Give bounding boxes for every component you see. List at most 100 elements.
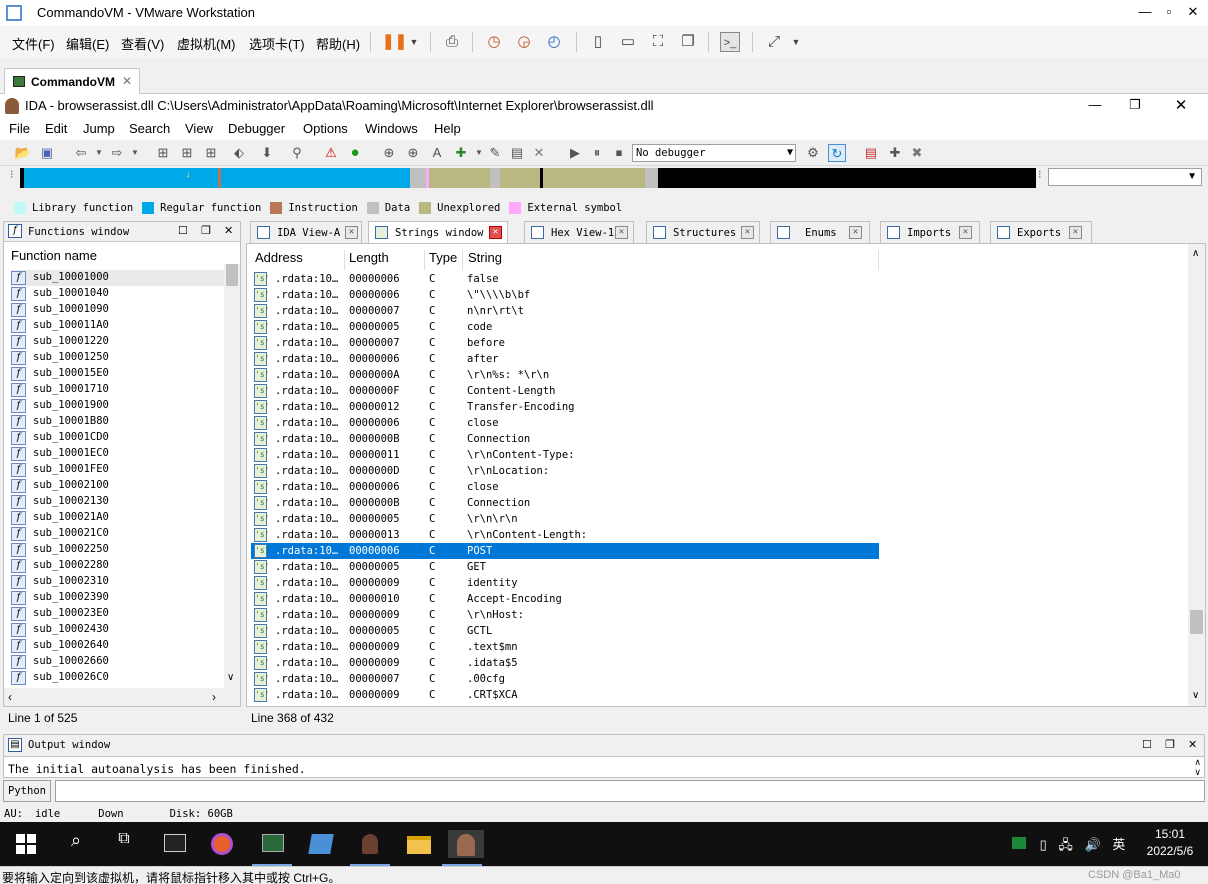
forward-icon[interactable]: ⇨ bbox=[108, 144, 126, 162]
function-list-item[interactable]: f sub_10001000 bbox=[11, 270, 225, 286]
column-string[interactable]: String bbox=[468, 250, 502, 265]
file-explorer-icon[interactable] bbox=[404, 830, 432, 858]
navigation-band[interactable]: ↓ bbox=[20, 168, 1036, 188]
function-list-item[interactable]: f sub_10001220 bbox=[11, 334, 225, 350]
ida-restore-icon[interactable]: ❐ bbox=[1123, 97, 1147, 113]
string-row[interactable]: 's' .rdata:10… 00000006 C POST bbox=[250, 542, 880, 560]
snapshot-manager-icon[interactable]: ◴ bbox=[544, 32, 564, 52]
chevron-down-icon[interactable]: ▼ bbox=[786, 32, 806, 52]
column-divider[interactable] bbox=[344, 250, 345, 270]
float-window-icon[interactable]: ☐ bbox=[1142, 738, 1152, 751]
menu-help[interactable]: Help bbox=[434, 121, 461, 136]
string-row[interactable]: 's' .rdata:10… 0000000B C Connection bbox=[251, 495, 879, 511]
unity-icon[interactable]: ❐ bbox=[678, 32, 698, 52]
add-icon[interactable]: ✚ bbox=[452, 144, 470, 162]
string-row[interactable]: 's' .rdata:10… 00000011 C \r\nContent-Type: bbox=[251, 447, 879, 463]
string-row[interactable]: 's' .rdata:10… 00000009 C .idata$5 bbox=[251, 655, 879, 671]
undefine-icon[interactable]: ✕ bbox=[530, 144, 548, 162]
column-type[interactable]: Type bbox=[429, 250, 457, 265]
task-view-icon[interactable]: ⧉ bbox=[110, 830, 138, 858]
function-list-item[interactable]: f sub_100021C0 bbox=[11, 526, 225, 542]
function-list-item[interactable]: f sub_100011A0 bbox=[11, 318, 225, 334]
close-pane-icon[interactable]: ✕ bbox=[1188, 738, 1197, 751]
volume-icon[interactable]: 🔊 bbox=[1085, 837, 1101, 852]
save-icon[interactable]: ▣ bbox=[38, 144, 56, 162]
column-divider[interactable] bbox=[462, 250, 463, 270]
ime-indicator[interactable]: 英 bbox=[1112, 837, 1125, 852]
ida-minimize-icon[interactable]: — bbox=[1083, 97, 1107, 112]
vmware-menu-vm[interactable]: 虚拟机(M) bbox=[177, 34, 236, 53]
refresh-icon[interactable]: ↻ bbox=[828, 144, 846, 162]
string-row[interactable]: 's' .rdata:10… 00000009 C .text$mn bbox=[251, 639, 879, 655]
close-tab-icon[interactable]: ✕ bbox=[959, 226, 972, 239]
string-row[interactable]: 's' .rdata:10… 0000000D C \r\nLocation: bbox=[251, 463, 879, 479]
close-icon[interactable]: ✕ bbox=[1181, 4, 1205, 20]
open-icon[interactable]: 📂 bbox=[14, 144, 32, 162]
close-tab-icon[interactable]: ✕ bbox=[615, 226, 628, 239]
patch-icon[interactable]: ✎ bbox=[486, 144, 504, 162]
snapshot-icon[interactable]: ◷ bbox=[484, 32, 504, 52]
string-row[interactable]: 's' .rdata:10… 00000006 Cclose bbox=[251, 479, 879, 495]
vm-tab-commandovm[interactable]: CommandoVM ✕ bbox=[4, 68, 140, 94]
tab-imports[interactable]: Imports ✕ bbox=[880, 221, 980, 243]
close-pane-icon[interactable]: ✕ bbox=[224, 224, 233, 237]
run-analysis-icon[interactable]: ● bbox=[346, 144, 364, 162]
make-data-icon[interactable]: ⊕ bbox=[404, 144, 422, 162]
tab-enums[interactable]: Enums ✕ bbox=[770, 221, 870, 243]
function-list-item[interactable]: f sub_10002660 bbox=[11, 654, 225, 670]
ida-close-icon[interactable]: ✕ bbox=[1169, 96, 1193, 114]
function-list-item[interactable]: f sub_10002130 bbox=[11, 494, 225, 510]
firefox-icon[interactable] bbox=[208, 830, 236, 858]
make-string-icon[interactable]: A bbox=[428, 144, 446, 162]
warning-icon[interactable]: ⚠ bbox=[322, 144, 340, 162]
clock[interactable]: 15:01 2022/5/6 bbox=[1140, 826, 1200, 860]
debugger-select[interactable]: No debugger ▼ bbox=[632, 144, 796, 162]
function-list-item[interactable]: f sub_10001900 bbox=[11, 398, 225, 414]
dock-window-icon[interactable]: ❐ bbox=[1165, 738, 1175, 751]
output-scroll-arrows-icon[interactable]: ∧ ∨ bbox=[1194, 757, 1201, 777]
string-row[interactable]: 's' .rdata:10… 00000009 C \r\nHost: bbox=[251, 607, 879, 623]
string-row[interactable]: 's' .rdata:10… 00000007 Cbefore bbox=[251, 335, 879, 351]
string-row[interactable]: 's' .rdata:10… 0000000B C Connection bbox=[251, 431, 879, 447]
close-tab-icon[interactable]: ✕ bbox=[345, 226, 358, 239]
function-list-item[interactable]: f sub_10001090 bbox=[11, 302, 225, 318]
function-name-column-header[interactable]: Function name bbox=[4, 246, 224, 266]
tab-exports[interactable]: Exports ✕ bbox=[990, 221, 1092, 243]
vmware-menu-tabs[interactable]: 选项卡(T) bbox=[249, 34, 305, 53]
function-list-item[interactable]: f sub_10001040 bbox=[11, 286, 225, 302]
graph-icon[interactable]: ⚲ bbox=[288, 144, 306, 162]
string-row[interactable]: 's' .rdata:10… 00000007 C .00cfg bbox=[251, 671, 879, 687]
python-command-input[interactable] bbox=[55, 780, 1205, 802]
string-row[interactable]: 's' .rdata:10… 00000009 Cidentity bbox=[251, 575, 879, 591]
back-icon[interactable]: ⇦ bbox=[72, 144, 90, 162]
pause-debug-icon[interactable]: ⏸ bbox=[588, 144, 606, 162]
send-keys-icon[interactable]: ⎙ bbox=[442, 32, 462, 52]
string-row[interactable]: 's' .rdata:10… 0000000F C Content-Length bbox=[251, 383, 879, 399]
string-row[interactable]: 's' .rdata:10… 00000006 C \"\\\\b\bf bbox=[251, 287, 879, 303]
string-row[interactable]: 's' .rdata:10… 00000005 C GET bbox=[251, 559, 879, 575]
menu-view[interactable]: View bbox=[185, 121, 213, 136]
chevron-down-icon[interactable]: ▼ bbox=[90, 144, 108, 162]
close-tab-icon[interactable]: ✕ bbox=[849, 226, 862, 239]
string-row[interactable]: 's' .rdata:10… 00000005 C \r\n\r\n bbox=[251, 511, 879, 527]
usb-icon[interactable]: ▯ bbox=[1040, 837, 1047, 852]
immediate-search-icon[interactable]: ⊞ bbox=[202, 144, 220, 162]
string-row[interactable]: 's' .rdata:10… 00000005 Ccode bbox=[251, 319, 879, 335]
revert-snapshot-icon[interactable]: ◶ bbox=[514, 32, 534, 52]
output-window-body[interactable]: The initial autoanalysis has been finish… bbox=[3, 756, 1205, 778]
thumbnail-bar-icon[interactable]: ▭ bbox=[618, 32, 638, 52]
scroll-down-icon[interactable]: ∨ bbox=[227, 672, 234, 683]
fullscreen-icon[interactable]: ⛶ bbox=[648, 32, 668, 52]
tab-structures[interactable]: Structures ✕ bbox=[646, 221, 760, 243]
ida-pro-icon[interactable] bbox=[442, 830, 484, 866]
process-monitor-icon[interactable] bbox=[252, 830, 292, 866]
scroll-down-icon[interactable]: ∨ bbox=[1192, 690, 1199, 701]
functions-vertical-scrollbar[interactable]: ∨ bbox=[224, 264, 240, 688]
menu-edit[interactable]: Edit bbox=[45, 121, 67, 136]
stretch-icon[interactable]: ⤢ bbox=[764, 32, 784, 52]
function-list-item[interactable]: f sub_10001710 bbox=[11, 382, 225, 398]
tab-strings-window[interactable]: Strings window ✕ bbox=[368, 221, 508, 244]
function-list-item[interactable]: f sub_10002250 bbox=[11, 542, 225, 558]
sidebar-toggle-icon[interactable]: ▯ bbox=[588, 32, 608, 52]
function-list-item[interactable]: f sub_10001EC0 bbox=[11, 446, 225, 462]
